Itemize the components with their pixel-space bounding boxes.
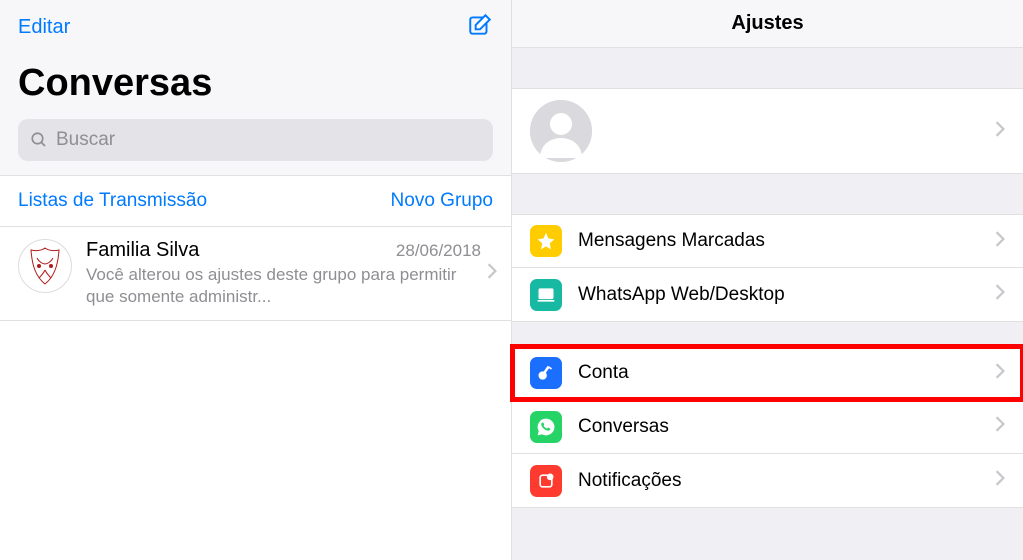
- chats-empty-space: [0, 321, 511, 560]
- new-group-link[interactable]: Novo Grupo: [391, 190, 493, 212]
- whatsapp-icon: [530, 411, 562, 443]
- search-input[interactable]: Buscar: [18, 119, 493, 161]
- setting-chats[interactable]: Conversas: [512, 400, 1023, 454]
- settings-group-1: Mensagens Marcadas WhatsApp Web/Desktop: [512, 214, 1023, 322]
- setting-notifications[interactable]: Notificações: [512, 454, 1023, 508]
- compose-icon[interactable]: [467, 12, 493, 43]
- edit-button[interactable]: Editar: [18, 16, 70, 39]
- chats-pane: Editar Conversas Buscar Listas de Transm…: [0, 0, 511, 560]
- laptop-icon: [530, 279, 562, 311]
- avatar: [530, 100, 592, 162]
- chat-name: Familia Silva: [86, 239, 199, 262]
- section-spacer: [512, 322, 1023, 346]
- chevron-right-icon: [995, 121, 1005, 142]
- search-icon: [30, 131, 48, 149]
- settings-title: Ajustes: [731, 12, 803, 35]
- setting-label: Mensagens Marcadas: [578, 230, 995, 252]
- key-icon: [530, 357, 562, 389]
- chat-preview: Você alterou os ajustes deste grupo para…: [86, 264, 481, 308]
- chat-row[interactable]: Familia Silva 28/06/2018 Você alterou os…: [0, 227, 511, 321]
- chevron-right-icon: [995, 284, 1005, 305]
- setting-web-desktop[interactable]: WhatsApp Web/Desktop: [512, 268, 1023, 322]
- chevron-right-icon: [995, 231, 1005, 252]
- group-crest-icon: [23, 244, 67, 288]
- settings-group-2: Conta Conversas Notificações: [512, 346, 1023, 508]
- avatar-placeholder-icon: [530, 100, 592, 162]
- search-placeholder: Buscar: [56, 129, 115, 151]
- chats-header: Editar Conversas Buscar: [0, 0, 511, 175]
- chat-body: Familia Silva 28/06/2018 Você alterou os…: [86, 239, 481, 308]
- setting-label: WhatsApp Web/Desktop: [578, 284, 995, 306]
- page-title: Conversas: [18, 62, 493, 105]
- broadcast-lists-link[interactable]: Listas de Transmissão: [18, 190, 207, 212]
- setting-label: Conversas: [578, 416, 995, 438]
- settings-header: Ajustes: [512, 0, 1023, 48]
- chevron-right-icon: [995, 363, 1005, 384]
- section-spacer: [512, 48, 1023, 88]
- section-spacer: [512, 174, 1023, 214]
- settings-pane: Ajustes Mensagens Marcadas: [511, 0, 1023, 560]
- chats-top-row: Editar: [18, 12, 493, 42]
- chevron-right-icon: [995, 470, 1005, 491]
- setting-account[interactable]: Conta: [512, 346, 1023, 400]
- chat-avatar: [18, 239, 72, 293]
- link-row: Listas de Transmissão Novo Grupo: [0, 175, 511, 227]
- notifications-icon: [530, 465, 562, 497]
- setting-starred[interactable]: Mensagens Marcadas: [512, 214, 1023, 268]
- setting-label: Conta: [578, 362, 995, 384]
- chevron-right-icon: [995, 416, 1005, 437]
- star-icon: [530, 225, 562, 257]
- setting-label: Notificações: [578, 470, 995, 492]
- profile-row[interactable]: [512, 88, 1023, 174]
- chevron-right-icon: [487, 263, 497, 284]
- chat-date: 28/06/2018: [396, 241, 481, 261]
